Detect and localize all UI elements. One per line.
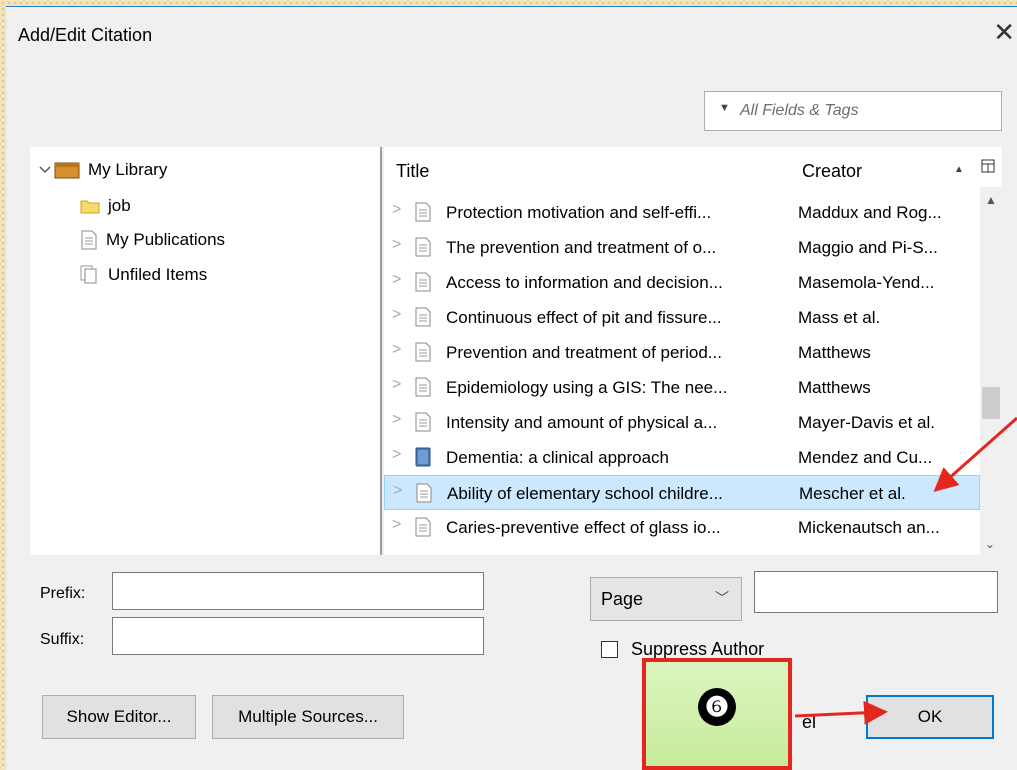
item-creator: Maggio and Pi-S... [798, 238, 938, 257]
item-creator: Matthews [798, 343, 871, 362]
table-row[interactable]: > The prevention and treatment of o... Mag… [384, 230, 980, 265]
tree-item-my-publications[interactable]: My Publications [80, 227, 225, 253]
items-table: Title Creator ▲ > Protection motivation a… [384, 147, 1002, 555]
column-picker-icon[interactable] [981, 159, 995, 177]
locator-type-select[interactable]: Page ﹀ [590, 577, 742, 621]
chevron-right-icon[interactable]: > [392, 201, 401, 219]
item-title: Continuous effect of pit and fissure... [446, 308, 722, 327]
document-icon [414, 412, 432, 437]
suffix-label: Suffix: [40, 631, 85, 648]
table-row[interactable]: > Access to information and decision... Ma… [384, 265, 980, 300]
item-creator: Mescher et al. [799, 484, 906, 503]
item-title: Ability of elementary school childre... [447, 484, 723, 503]
chevron-down-icon[interactable] [38, 164, 52, 176]
chevron-right-icon[interactable]: > [392, 446, 401, 464]
ok-button[interactable]: OK [866, 695, 994, 739]
book-icon [414, 447, 432, 472]
scrollbar-thumb[interactable] [982, 387, 1000, 419]
chevron-right-icon[interactable]: > [392, 411, 401, 429]
item-title: Epidemiology using a GIS: The nee... [446, 378, 728, 397]
column-header-title[interactable]: Title [396, 161, 429, 182]
document-icon [414, 377, 432, 402]
chevron-right-icon[interactable]: > [392, 271, 401, 289]
cancel-button[interactable]: el [802, 712, 816, 733]
tree-label: My Library [88, 160, 168, 179]
stacked-documents-icon [80, 265, 97, 284]
item-title: The prevention and treatment of o... [446, 238, 717, 257]
chevron-right-icon[interactable]: > [392, 516, 401, 534]
document-icon [414, 342, 432, 367]
item-title: Dementia: a clinical approach [446, 448, 670, 467]
chevron-right-icon[interactable]: > [392, 376, 401, 394]
tree-label: Unfiled Items [108, 265, 208, 284]
table-row[interactable]: > Caries-preventive effect of glass io...… [384, 510, 980, 545]
item-creator: Masemola-Yend... [798, 273, 935, 292]
item-creator: Maddux and Rog... [798, 203, 942, 222]
prefix-label: Prefix: [40, 585, 86, 602]
tree-item-my-library[interactable]: My Library [38, 157, 167, 183]
column-header-creator[interactable]: Creator [802, 161, 862, 182]
tree-label: My Publications [106, 230, 226, 249]
document-icon [415, 483, 433, 508]
search-placeholder: All Fields & Tags [740, 102, 859, 119]
suppress-author-label: Suppress Author [631, 639, 765, 659]
document-icon [414, 272, 432, 297]
item-title: Protection motivation and self-effi... [446, 203, 712, 222]
table-row[interactable]: > Prevention and treatment of period... Ma… [384, 335, 980, 370]
scroll-down-icon[interactable]: ⌄ [985, 537, 995, 551]
show-editor-button[interactable]: Show Editor... [42, 695, 196, 739]
step-number-badge: ❻ [698, 688, 736, 726]
locator-input[interactable] [754, 571, 998, 613]
chevron-right-icon[interactable]: > [392, 236, 401, 254]
chevron-right-icon[interactable]: > [392, 306, 401, 324]
item-creator: Mendez and Cu... [798, 448, 933, 467]
dialog-title: Add/Edit Citation [18, 25, 153, 45]
item-title: Prevention and treatment of period... [446, 343, 722, 362]
item-title: Caries-preventive effect of glass io... [446, 518, 721, 537]
suffix-input[interactable] [112, 617, 484, 655]
item-creator: Matthews [798, 378, 871, 397]
chevron-right-icon[interactable]: > [393, 482, 402, 500]
table-row[interactable]: > Continuous effect of pit and fissure...… [384, 300, 980, 335]
library-icon [54, 162, 80, 179]
item-creator: Mayer-Davis et al. [798, 413, 935, 432]
document-icon [81, 230, 97, 250]
suppress-author-checkbox[interactable] [601, 641, 618, 658]
table-row[interactable]: > Protection motivation and self-effi... M… [384, 195, 980, 230]
document-icon [414, 307, 432, 332]
item-title: Intensity and amount of physical a... [446, 413, 718, 432]
chevron-right-icon[interactable]: > [392, 341, 401, 359]
prefix-input[interactable] [112, 572, 484, 610]
multiple-sources-button[interactable]: Multiple Sources... [212, 695, 404, 739]
tree-label: job [108, 196, 131, 215]
document-icon [414, 517, 432, 542]
sort-ascending-icon[interactable]: ▲ [954, 164, 964, 175]
table-row[interactable]: > Epidemiology using a GIS: The nee... Mat… [384, 370, 980, 405]
document-icon [414, 237, 432, 262]
search-input[interactable]: ▼ All Fields & Tags [704, 91, 1002, 131]
locator-type-value: Page [601, 589, 644, 609]
table-row[interactable]: > Dementia: a clinical approach Mendez and… [384, 440, 980, 475]
scroll-up-icon[interactable]: ▲ [985, 193, 997, 207]
search-mode-dropdown-icon[interactable]: ▼ [719, 102, 730, 114]
step-callout-box: ❻ [642, 658, 792, 770]
item-creator: Mass et al. [798, 308, 881, 327]
close-icon[interactable]: ✕ [993, 17, 1015, 47]
folder-icon [80, 200, 100, 214]
item-title: Access to information and decision... [446, 273, 723, 292]
tree-item-unfiled-items[interactable]: Unfiled Items [80, 262, 207, 288]
tree-item-job[interactable]: job [80, 193, 131, 219]
add-edit-citation-dialog: Add/Edit Citation ✕ ▼ All Fields & Tags … [6, 6, 1017, 770]
table-row[interactable]: > Intensity and amount of physical a... Ma… [384, 405, 980, 440]
chevron-down-icon: ﹀ [715, 590, 729, 606]
library-tree: My Library job My Publications Unfiled I… [30, 147, 382, 555]
item-creator: Mickenautsch an... [798, 518, 940, 537]
document-icon [414, 202, 432, 227]
table-row[interactable]: > Ability of elementary school childre...… [384, 475, 980, 510]
items-scrollbar[interactable]: ▲ ⌄ [980, 187, 1002, 555]
